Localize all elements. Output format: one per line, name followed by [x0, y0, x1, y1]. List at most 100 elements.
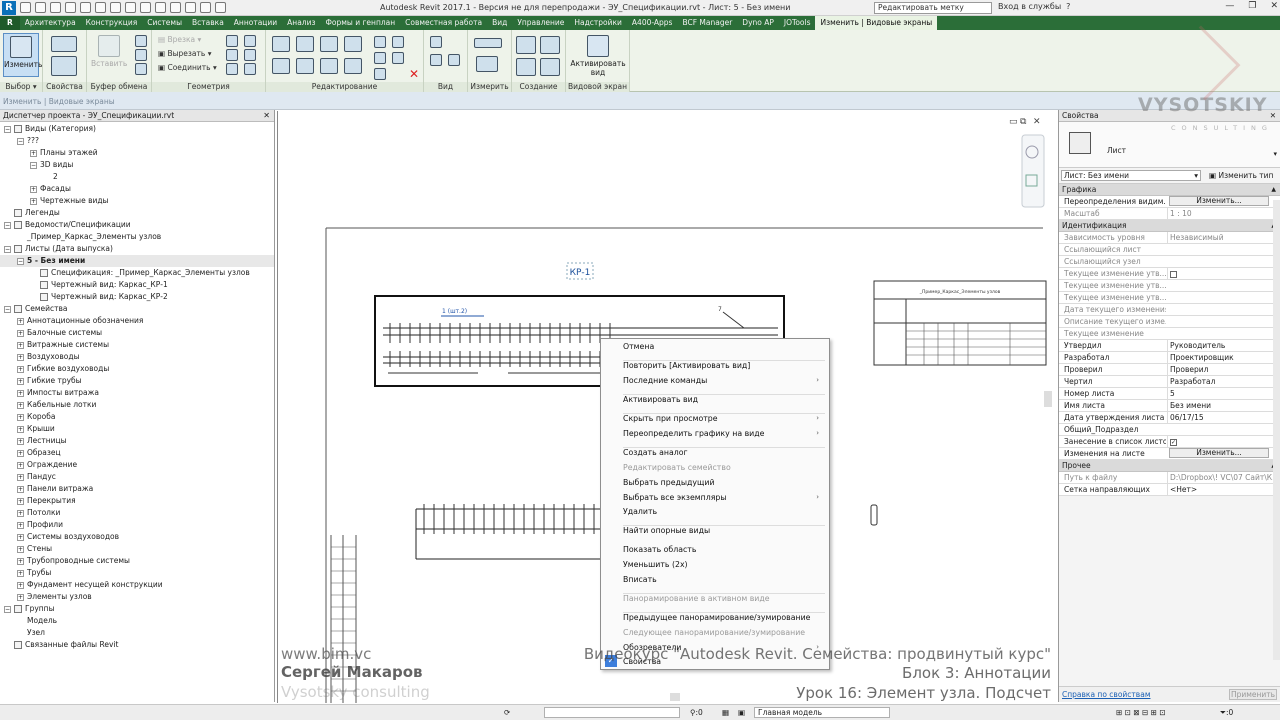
save-icon[interactable]: [35, 2, 46, 13]
browser-item[interactable]: + Фасады: [0, 183, 274, 195]
tab-jotools[interactable]: JOTools: [779, 16, 816, 30]
browser-item[interactable]: + Панели витража: [0, 483, 274, 495]
menu-item[interactable]: Отмена: [623, 340, 823, 353]
cope-button[interactable]: ▤ Врезка ▾: [158, 35, 201, 44]
mirror-draw-icon[interactable]: [344, 36, 362, 52]
expand-icon[interactable]: +: [17, 509, 24, 517]
collapse-icon[interactable]: −: [4, 221, 11, 229]
browser-item[interactable]: + Фундамент несущей конструкции: [0, 579, 274, 591]
sign-in-button[interactable]: Вход в службы: [998, 2, 1061, 11]
tab-a400-apps[interactable]: A400-Apps: [627, 16, 678, 30]
browser-item[interactable]: + Импосты витража: [0, 387, 274, 399]
tab-massing[interactable]: Формы и генплан: [320, 16, 400, 30]
menu-item[interactable]: Уменьшить (2х): [623, 558, 823, 571]
drag-handle[interactable]: [870, 504, 878, 526]
collapse-icon[interactable]: −: [30, 161, 37, 169]
tab-manage[interactable]: Управление: [512, 16, 569, 30]
browser-item[interactable]: + Кабельные лотки: [0, 399, 274, 411]
expand-icon[interactable]: +: [30, 197, 37, 205]
mirror-axis-icon[interactable]: [320, 36, 338, 52]
browser-item[interactable]: + Пандус: [0, 471, 274, 483]
browser-item[interactable]: Спецификация: _Пример_Каркас_Элементы уз…: [0, 267, 274, 279]
property-value[interactable]: <Нет>: [1167, 484, 1273, 495]
copy-element-icon[interactable]: [296, 58, 314, 74]
revit-logo-icon[interactable]: R: [2, 1, 16, 15]
property-value[interactable]: 06/17/15: [1167, 412, 1273, 423]
properties-section-header[interactable]: Графика ▲: [1059, 184, 1280, 196]
tab-dyno-ap[interactable]: Dyno AP: [737, 16, 779, 30]
match-type-icon[interactable]: [135, 63, 147, 75]
instance-dropdown[interactable]: Лист: Без имени ▾: [1061, 170, 1201, 181]
text-icon[interactable]: [125, 2, 136, 13]
browser-item[interactable]: + Лестницы: [0, 435, 274, 447]
browser-item[interactable]: + Аннотационные обозначения: [0, 315, 274, 327]
browser-item[interactable]: − Группы: [0, 603, 274, 615]
create-group-icon[interactable]: [516, 58, 536, 76]
property-value[interactable]: 5: [1167, 388, 1273, 399]
delete-icon[interactable]: ✕: [409, 67, 419, 81]
browser-item[interactable]: + Витражные системы: [0, 339, 274, 351]
collapse-icon[interactable]: −: [4, 245, 11, 253]
copy-icon[interactable]: [135, 49, 147, 61]
3d-view-icon[interactable]: [140, 2, 151, 13]
expand-icon[interactable]: +: [17, 317, 24, 325]
browser-item[interactable]: − Листы (Дата выпуска): [0, 243, 274, 255]
browser-item[interactable]: + Профили: [0, 519, 274, 531]
vertical-scrollbar[interactable]: [1044, 391, 1052, 407]
tab-analyze[interactable]: Анализ: [282, 16, 320, 30]
property-value[interactable]: [1167, 268, 1273, 279]
browser-item[interactable]: + Гибкие воздуховоды: [0, 363, 274, 375]
edit-type-button[interactable]: ▣ Изменить тип: [1209, 171, 1273, 180]
browser-item[interactable]: −3D виды: [0, 159, 274, 171]
close-button[interactable]: ✕: [1270, 1, 1278, 11]
flip-icon[interactable]: [244, 63, 256, 75]
expand-icon[interactable]: +: [17, 389, 24, 397]
tab-annotate[interactable]: Аннотации: [229, 16, 282, 30]
menu-item[interactable]: Показать область: [623, 543, 823, 556]
browser-item[interactable]: 2: [0, 171, 274, 183]
collapse-icon[interactable]: ▲: [1271, 184, 1276, 196]
join-button[interactable]: ▣ Соединить ▾: [158, 63, 217, 72]
split-icon[interactable]: [374, 36, 386, 48]
view-label[interactable]: КР-1: [566, 262, 594, 280]
close-icon[interactable]: ✕: [1270, 110, 1276, 122]
measure-distance-icon[interactable]: [474, 38, 502, 48]
selection-filter-icons[interactable]: ⊞ ⊡ ⊠ ⊟ ⊞ ⊡: [1116, 708, 1166, 717]
expand-icon[interactable]: +: [17, 557, 24, 565]
menu-item[interactable]: Создать аналог: [623, 446, 823, 459]
menu-item[interactable]: Активировать вид: [623, 393, 823, 406]
browser-item[interactable]: Связанные файлы Revit: [0, 639, 274, 651]
close-icon[interactable]: ✕: [263, 110, 270, 122]
menu-item[interactable]: Выбрать все экземпляры ›: [623, 491, 823, 504]
linework-icon[interactable]: [448, 54, 460, 66]
tab-bcf-manager[interactable]: BCF Manager: [677, 16, 737, 30]
expand-icon[interactable]: +: [17, 485, 24, 493]
expand-icon[interactable]: +: [17, 413, 24, 421]
browser-item[interactable]: Легенды: [0, 207, 274, 219]
tab-file[interactable]: R: [0, 16, 20, 30]
browser-item[interactable]: + Балочные системы: [0, 327, 274, 339]
search-input[interactable]: Редактировать метку: [874, 2, 992, 14]
menu-item[interactable]: Повторить [Активировать вид]: [623, 359, 823, 372]
expand-icon[interactable]: +: [17, 329, 24, 337]
tab-view[interactable]: Вид: [487, 16, 512, 30]
collapse-icon[interactable]: −: [4, 125, 11, 133]
property-value[interactable]: Проверил: [1167, 364, 1273, 375]
collapse-icon[interactable]: −: [17, 257, 24, 265]
type-properties-icon[interactable]: [51, 56, 77, 76]
menu-item[interactable]: Выбрать предыдущий: [623, 476, 823, 489]
expand-icon[interactable]: +: [17, 521, 24, 529]
tab-architecture[interactable]: Архитектура: [20, 16, 81, 30]
horizontal-scrollbar[interactable]: [670, 693, 680, 701]
move-icon[interactable]: [272, 58, 290, 74]
property-value[interactable]: ✓: [1167, 436, 1273, 447]
cut-geometry-button[interactable]: ▣ Вырезать ▾: [158, 49, 211, 58]
section-icon[interactable]: [155, 2, 166, 13]
override-graphics-icon[interactable]: [430, 54, 442, 66]
browser-item[interactable]: + Гибкие трубы: [0, 375, 274, 387]
tab-systems[interactable]: Системы: [142, 16, 187, 30]
tab-collaborate[interactable]: Совместная работа: [400, 16, 487, 30]
design-option-dropdown[interactable]: Главная модель: [754, 707, 890, 718]
expand-icon[interactable]: +: [17, 341, 24, 349]
thin-lines-icon[interactable]: [170, 2, 181, 13]
